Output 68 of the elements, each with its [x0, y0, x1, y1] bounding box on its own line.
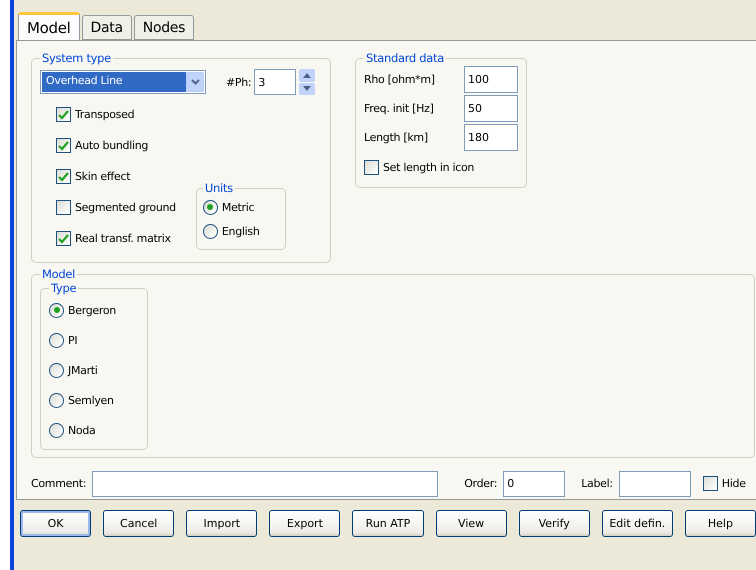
- field-label: Rho [ohm*m]: [364, 73, 435, 86]
- group-title: Model: [41, 267, 76, 281]
- dialog-button[interactable]: Cancel: [103, 510, 174, 537]
- field-label: Freq. init [Hz]: [364, 102, 434, 115]
- dialog-button[interactable]: Verify: [518, 510, 590, 537]
- system-type-dropdown[interactable]: Overhead Line: [40, 70, 206, 94]
- checkbox-label: Segmented ground: [75, 201, 176, 214]
- input-field[interactable]: 180: [464, 124, 518, 151]
- radio-label: Semlyen: [68, 394, 114, 406]
- radio-label: Metric: [222, 200, 254, 214]
- checkbox[interactable]: [364, 160, 379, 175]
- radio-label: Bergeron: [68, 304, 116, 316]
- field-label: Length [km]: [364, 131, 428, 144]
- radio-label: JMarti: [68, 364, 98, 376]
- tab[interactable]: Data: [82, 15, 132, 40]
- checkbox-label: Set length in icon: [383, 161, 474, 174]
- group-title: Units: [204, 181, 234, 195]
- checkbox[interactable]: [56, 169, 71, 184]
- field-label: #Ph:: [226, 76, 252, 88]
- dialog-button[interactable]: Run ATP: [352, 510, 424, 537]
- checkbox-label: Auto bundling: [75, 139, 148, 152]
- input-field[interactable]: 50: [464, 95, 518, 122]
- radio-button[interactable]: [202, 224, 218, 238]
- check-icon: [58, 140, 69, 150]
- radio-label: PI: [68, 334, 78, 346]
- checkbox[interactable]: [56, 107, 71, 122]
- dialog-button[interactable]: Help: [684, 510, 756, 537]
- radio-label: Noda: [68, 424, 96, 436]
- radio-button[interactable]: [49, 302, 64, 318]
- down-arrow-icon: [303, 86, 312, 92]
- group-title: Standard data: [365, 51, 445, 65]
- checkbox[interactable]: [56, 200, 71, 215]
- checkbox-label: Skin effect: [75, 170, 130, 183]
- radio-label: English: [222, 224, 260, 238]
- check-icon: [58, 234, 69, 244]
- spinner[interactable]: [299, 69, 316, 95]
- check-icon: [58, 110, 69, 120]
- field-label: Comment:: [31, 477, 86, 490]
- checkbox-label: Transposed: [75, 108, 134, 121]
- phases-field[interactable]: 3: [254, 69, 296, 95]
- label-field[interactable]: [618, 470, 691, 496]
- dialog-button[interactable]: Import: [186, 510, 258, 537]
- radio-button[interactable]: [49, 392, 64, 408]
- tab[interactable]: Model: [18, 12, 80, 40]
- checkbox-label: Real transf. matrix: [75, 232, 171, 245]
- chevron-down-icon: [190, 79, 200, 85]
- checkbox[interactable]: [56, 231, 71, 246]
- group-title: System type: [41, 51, 112, 65]
- up-arrow-icon: [303, 72, 312, 78]
- input-field[interactable]: 100: [464, 66, 518, 93]
- tab[interactable]: Nodes: [134, 15, 194, 40]
- radio-button[interactable]: [49, 332, 64, 348]
- checkbox[interactable]: [702, 476, 718, 491]
- field-label: Label:: [581, 477, 613, 490]
- checkbox-label: Hide: [722, 477, 746, 490]
- radio-button[interactable]: [49, 362, 64, 378]
- dialog-button[interactable]: Export: [269, 510, 340, 537]
- radio-button[interactable]: [49, 422, 64, 438]
- radio-button[interactable]: [202, 200, 218, 214]
- dialog-button[interactable]: OK: [20, 510, 92, 537]
- dialog-button[interactable]: View: [436, 510, 507, 537]
- checkbox[interactable]: [56, 138, 71, 153]
- field-label: Order:: [464, 477, 498, 490]
- check-icon: [58, 172, 69, 182]
- dialog-button[interactable]: Edit defin.: [602, 510, 673, 537]
- order-field[interactable]: 0: [503, 470, 566, 496]
- group-title: Type: [50, 281, 78, 295]
- comment-field[interactable]: [92, 470, 438, 496]
